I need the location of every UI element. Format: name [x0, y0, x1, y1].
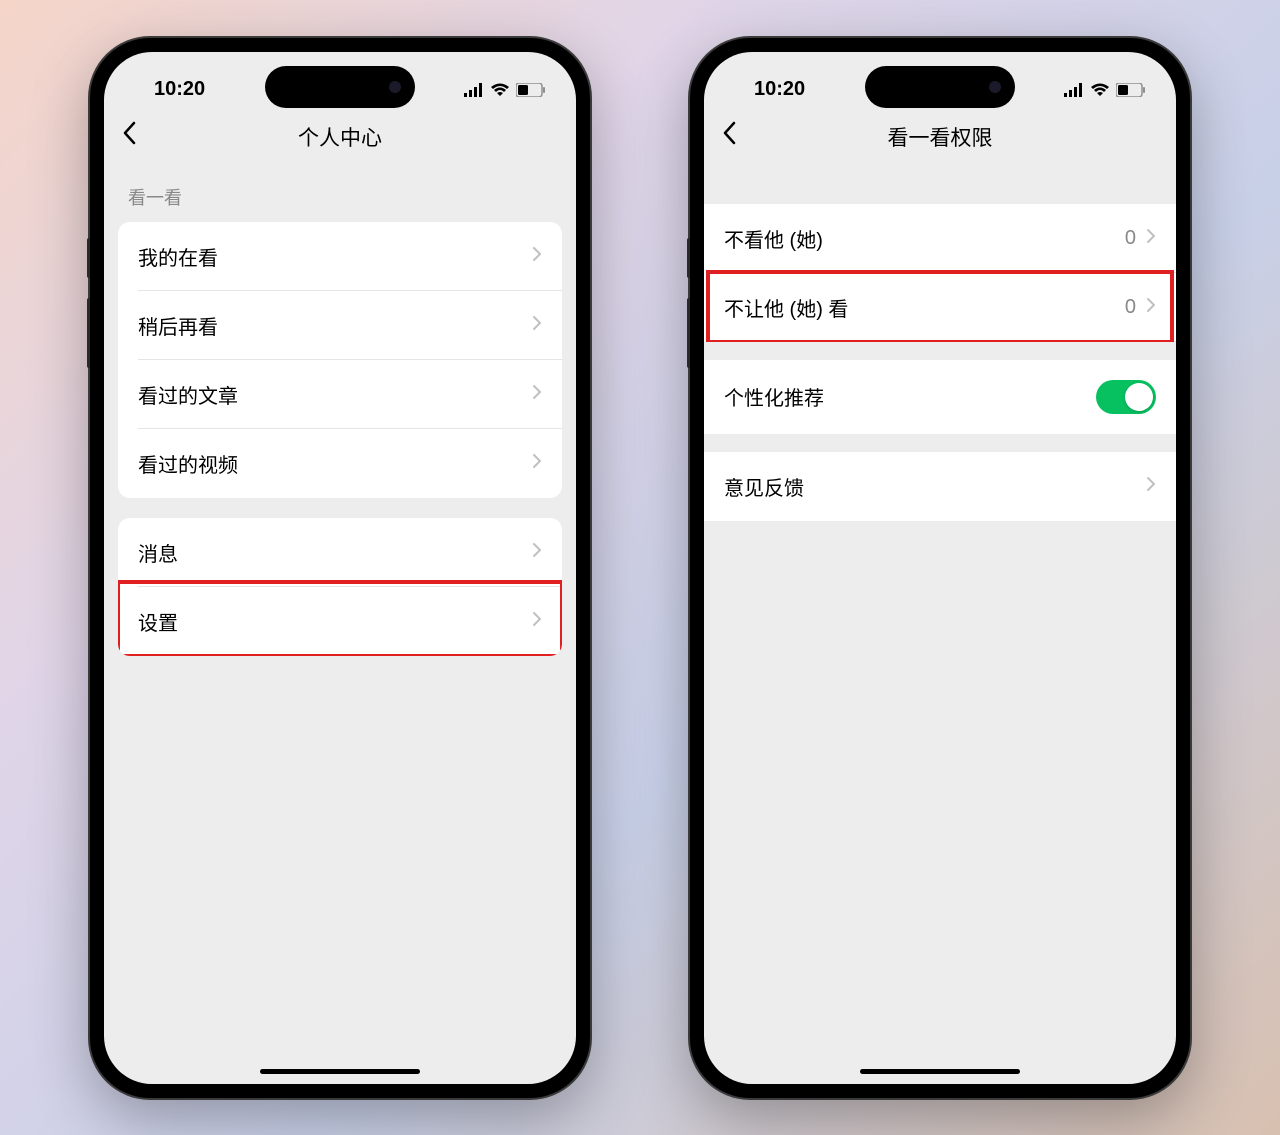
- list-item-read-later[interactable]: 稍后再看: [118, 291, 562, 360]
- section-header: 看一看: [104, 164, 576, 222]
- phone-mockup-left: 10:20 个人中心 看一看 我: [90, 38, 590, 1098]
- front-camera: [989, 81, 1001, 93]
- list-item-value: 0: [1125, 227, 1136, 250]
- dynamic-island: [265, 66, 415, 108]
- chevron-right-icon: [532, 542, 542, 563]
- chevron-right-icon: [532, 315, 542, 336]
- content-area: 不看他 (她) 0 不让他 (她) 看 0: [704, 164, 1176, 521]
- chevron-right-icon: [532, 384, 542, 405]
- phone-screen: 10:20 个人中心 看一看 我: [104, 52, 576, 1084]
- list-item-dont-see[interactable]: 不看他 (她) 0: [704, 204, 1176, 273]
- list-group-recommendation: 个性化推荐: [704, 360, 1176, 434]
- back-button[interactable]: [722, 121, 736, 152]
- wifi-icon: [490, 83, 510, 97]
- list-group-privacy: 不看他 (她) 0 不让他 (她) 看 0: [704, 204, 1176, 342]
- home-indicator[interactable]: [260, 1069, 420, 1074]
- status-icons: [1064, 83, 1146, 97]
- chevron-right-icon: [1146, 228, 1156, 249]
- navigation-bar: 个人中心: [104, 110, 576, 164]
- home-indicator[interactable]: [860, 1069, 1020, 1074]
- phone-mockup-right: 10:20 看一看权限 不看: [690, 38, 1190, 1098]
- chevron-right-icon: [1146, 476, 1156, 497]
- list-group-reading: 我的在看 稍后再看 看过的文章 看过的视频: [118, 222, 562, 498]
- wifi-icon: [1090, 83, 1110, 97]
- list-item-personalized-recommend[interactable]: 个性化推荐: [704, 360, 1176, 434]
- list-item-read-articles[interactable]: 看过的文章: [118, 360, 562, 429]
- phone-screen: 10:20 看一看权限 不看: [704, 52, 1176, 1084]
- list-item-label: 我的在看: [138, 242, 218, 271]
- list-item-right: 0: [1125, 296, 1156, 319]
- list-item-label: 看过的文章: [138, 380, 238, 409]
- list-group-feedback: 意见反馈: [704, 452, 1176, 521]
- list-item-label: 不让他 (她) 看: [724, 293, 848, 322]
- dynamic-island: [865, 66, 1015, 108]
- list-item-settings[interactable]: 设置: [118, 587, 562, 656]
- list-item-label: 看过的视频: [138, 449, 238, 478]
- list-group-settings: 消息 设置: [118, 518, 562, 656]
- status-icons: [464, 83, 546, 97]
- list-item-my-reading[interactable]: 我的在看: [118, 222, 562, 291]
- battery-icon: [1116, 83, 1146, 97]
- list-item-feedback[interactable]: 意见反馈: [704, 452, 1176, 521]
- list-item-label: 稍后再看: [138, 311, 218, 340]
- list-item-dont-let-see[interactable]: 不让他 (她) 看 0: [704, 273, 1176, 342]
- front-camera: [389, 81, 401, 93]
- chevron-right-icon: [1146, 297, 1156, 318]
- battery-icon: [516, 83, 546, 97]
- page-title: 个人中心: [120, 122, 560, 152]
- list-item-label: 意见反馈: [724, 472, 804, 501]
- list-item-label: 不看他 (她): [724, 224, 823, 253]
- status-time: 10:20: [154, 78, 205, 101]
- chevron-right-icon: [532, 453, 542, 474]
- list-item-right: 0: [1125, 227, 1156, 250]
- toggle-switch[interactable]: [1096, 380, 1156, 414]
- back-button[interactable]: [122, 121, 136, 152]
- chevron-right-icon: [532, 611, 542, 632]
- list-item-messages[interactable]: 消息: [118, 518, 562, 587]
- cellular-signal-icon: [1064, 83, 1084, 97]
- list-item-value: 0: [1125, 296, 1136, 319]
- list-item-label: 消息: [138, 538, 178, 567]
- chevron-right-icon: [532, 246, 542, 267]
- navigation-bar: 看一看权限: [704, 110, 1176, 164]
- page-title: 看一看权限: [720, 122, 1160, 152]
- list-item-label: 个性化推荐: [724, 382, 824, 411]
- list-item-label: 设置: [138, 607, 178, 636]
- list-item-watched-videos[interactable]: 看过的视频: [118, 429, 562, 498]
- cellular-signal-icon: [464, 83, 484, 97]
- status-time: 10:20: [754, 78, 805, 101]
